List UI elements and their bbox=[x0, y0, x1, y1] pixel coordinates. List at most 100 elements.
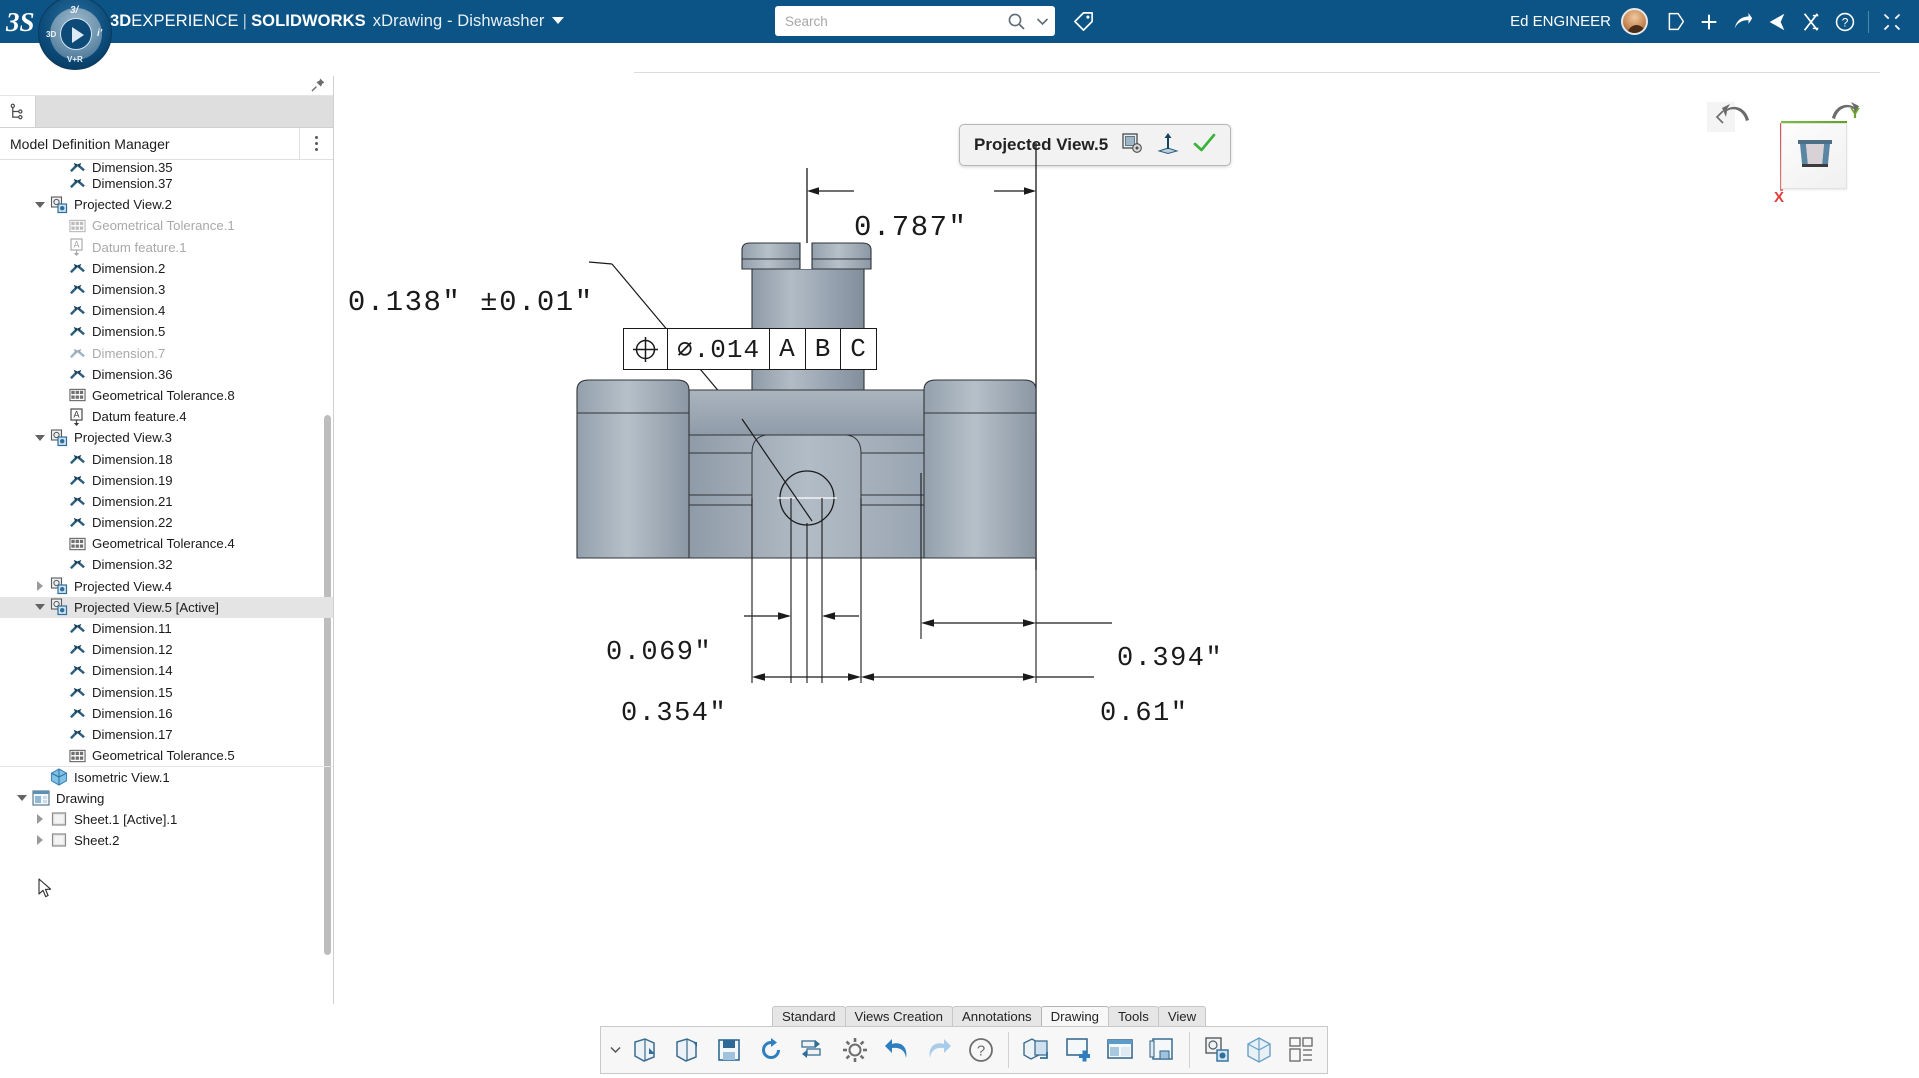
tree-item[interactable]: Dimension.2 bbox=[0, 258, 333, 279]
collab-icon[interactable] bbox=[1794, 0, 1828, 43]
search-input[interactable] bbox=[775, 7, 1003, 35]
isometric-view-icon[interactable] bbox=[1239, 1028, 1279, 1072]
tree-item-label: Drawing bbox=[56, 790, 105, 806]
tree-item[interactable]: Projected View.5 [Active] bbox=[0, 596, 333, 618]
update-icon[interactable] bbox=[793, 1028, 833, 1072]
tree-item[interactable]: A Datum feature.4 bbox=[0, 406, 333, 427]
extract-view-icon[interactable] bbox=[1016, 1028, 1056, 1072]
tree-item-label: Dimension.4 bbox=[92, 303, 166, 319]
tree-item[interactable]: Dimension.7 bbox=[0, 343, 333, 364]
kebab-menu-icon[interactable] bbox=[299, 127, 333, 160]
tree-item[interactable]: Geometrical Tolerance.4 bbox=[0, 533, 333, 554]
redo-icon[interactable] bbox=[919, 1028, 959, 1072]
help-icon[interactable]: ? bbox=[1828, 0, 1862, 43]
tree-item[interactable]: Dimension.37 bbox=[0, 173, 333, 194]
feature-control-frame[interactable]: ⌀.014 A B C bbox=[623, 328, 877, 370]
tree-expand-toggle[interactable] bbox=[32, 604, 48, 610]
tree-item[interactable]: Dimension.21 bbox=[0, 491, 333, 512]
toolbar-tab-row[interactable]: Standard Views Creation Annotations Drawing… bbox=[772, 1004, 1207, 1026]
svg-text:?: ? bbox=[977, 1043, 985, 1060]
dimension-icon bbox=[66, 302, 88, 319]
tree-item[interactable]: Projected View.3 bbox=[0, 427, 333, 448]
dimension-text-diameter[interactable]: ⌀ 0.138″ ±0.01″ bbox=[334, 283, 594, 319]
dimension-text-top-width[interactable]: 0.787″ bbox=[854, 211, 967, 244]
drawing-canvas[interactable]: Projected View.5 X Y 0.787″ ⌀ 0.138″ ±0.… bbox=[334, 43, 1919, 1004]
tree-item[interactable]: Dimension.18 bbox=[0, 448, 333, 469]
tree-item[interactable]: Dimension.36 bbox=[0, 364, 333, 385]
undo-icon[interactable] bbox=[877, 1028, 917, 1072]
tree-item[interactable]: Dimension.4 bbox=[0, 300, 333, 321]
tag-icon[interactable] bbox=[1068, 7, 1098, 36]
brand-title[interactable]: 3DEXPERIENCE | SOLIDWORKS xDrawing - Dishwa… bbox=[110, 12, 565, 31]
tree-item[interactable]: Geometrical Tolerance.1 bbox=[0, 215, 333, 236]
tree-item[interactable]: Geometrical Tolerance.8 bbox=[0, 385, 333, 406]
chevron-down-icon[interactable] bbox=[552, 17, 565, 25]
tree-item[interactable]: Dimension.19 bbox=[0, 470, 333, 491]
fullscreen-icon[interactable] bbox=[1875, 0, 1909, 43]
tree-item[interactable]: Projected View.4 bbox=[0, 576, 333, 597]
dimension-icon bbox=[66, 260, 88, 277]
tree-item[interactable]: Sheet.2 bbox=[0, 830, 333, 851]
search-box[interactable] bbox=[775, 6, 1055, 36]
toolbar-tab-views-creation[interactable]: Views Creation bbox=[844, 1006, 953, 1026]
toolbar-tab-view[interactable]: View bbox=[1157, 1006, 1207, 1026]
search-options-chevron-icon[interactable] bbox=[1029, 17, 1055, 26]
tree-collapse-toggle[interactable] bbox=[32, 814, 48, 824]
tree-item[interactable]: Dimension.32 bbox=[0, 554, 333, 575]
share-icon[interactable] bbox=[1726, 0, 1760, 43]
save-icon[interactable] bbox=[709, 1028, 749, 1072]
new-sheet-icon[interactable] bbox=[1100, 1028, 1140, 1072]
tab-model-tree[interactable] bbox=[0, 96, 36, 127]
tree-item[interactable]: Geometrical Tolerance.5 bbox=[0, 745, 333, 766]
tree-item[interactable]: Dimension.35 bbox=[0, 161, 333, 173]
dimension-icon bbox=[66, 175, 88, 192]
tree-item[interactable]: Dimension.3 bbox=[0, 279, 333, 300]
tree-item[interactable]: Dimension.15 bbox=[0, 682, 333, 703]
tree-expand-toggle[interactable] bbox=[32, 202, 48, 208]
new-view-icon[interactable] bbox=[1058, 1028, 1098, 1072]
bookmark-icon[interactable] bbox=[1658, 0, 1692, 43]
avatar[interactable] bbox=[1621, 8, 1648, 35]
layout-icon[interactable] bbox=[1281, 1028, 1321, 1072]
tree-item[interactable]: Dimension.17 bbox=[0, 724, 333, 745]
tree-item[interactable]: Dimension.22 bbox=[0, 512, 333, 533]
toolbar-tab-standard[interactable]: Standard bbox=[772, 1006, 846, 1026]
import-icon[interactable] bbox=[667, 1028, 707, 1072]
tree-item[interactable]: Drawing bbox=[0, 787, 333, 808]
settings-icon[interactable] bbox=[835, 1028, 875, 1072]
tree-item[interactable]: Dimension.12 bbox=[0, 639, 333, 660]
open-icon[interactable] bbox=[625, 1028, 665, 1072]
tree-item[interactable]: Projected View.2 bbox=[0, 194, 333, 215]
toolbar-tab-annotations[interactable]: Annotations bbox=[951, 1006, 1042, 1026]
tree-item[interactable]: Dimension.11 bbox=[0, 618, 333, 639]
projected-view-icon bbox=[48, 196, 70, 214]
tree-item[interactable]: A Datum feature.1 bbox=[0, 237, 333, 258]
tree-item[interactable]: Sheet.1 [Active].1 bbox=[0, 809, 333, 830]
save-sheet-icon[interactable] bbox=[1142, 1028, 1182, 1072]
dimension-text-0069[interactable]: 0.069″ bbox=[606, 638, 712, 668]
projected-view-icon[interactable] bbox=[1197, 1028, 1237, 1072]
tree-collapse-toggle[interactable] bbox=[32, 581, 48, 591]
search-icon[interactable] bbox=[1003, 12, 1029, 31]
model-tree[interactable]: Dimension.35 Dimension.37 Projected View.2… bbox=[0, 160, 333, 1003]
plus-icon[interactable] bbox=[1692, 0, 1726, 43]
help-icon[interactable]: ? bbox=[961, 1028, 1001, 1072]
refresh-icon[interactable] bbox=[751, 1028, 791, 1072]
tree-item[interactable]: Dimension.14 bbox=[0, 660, 333, 681]
chevron-down-icon[interactable] bbox=[607, 1027, 623, 1073]
dimension-text-061[interactable]: 0.61″ bbox=[1100, 699, 1189, 729]
tree-expand-toggle[interactable] bbox=[32, 435, 48, 441]
toolbar-command-strip[interactable]: ? bbox=[600, 1026, 1328, 1074]
tree-item[interactable]: Dimension.16 bbox=[0, 703, 333, 724]
tree-collapse-toggle[interactable] bbox=[32, 835, 48, 845]
pin-icon[interactable] bbox=[310, 77, 326, 98]
dimension-text-0394[interactable]: 0.394″ bbox=[1117, 644, 1223, 674]
tree-item[interactable]: Dimension.5 bbox=[0, 321, 333, 342]
dimension-text-0354[interactable]: 0.354″ bbox=[621, 699, 727, 729]
send-icon[interactable] bbox=[1760, 0, 1794, 43]
toolbar-tab-drawing[interactable]: Drawing bbox=[1040, 1006, 1110, 1026]
3dexperience-compass[interactable]: 3/ 3D i' V+R bbox=[38, 0, 112, 70]
tree-expand-toggle[interactable] bbox=[14, 795, 30, 801]
toolbar-tab-tools[interactable]: Tools bbox=[1108, 1006, 1159, 1026]
tree-item[interactable]: Isometric View.1 bbox=[0, 766, 333, 787]
